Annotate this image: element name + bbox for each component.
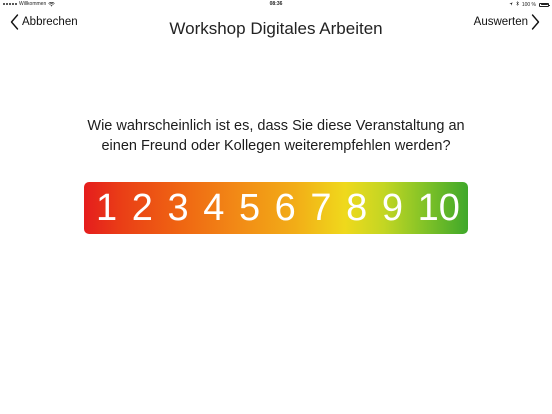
status-time: 08:36 — [269, 1, 283, 7]
survey-question-line-1: Wie wahrscheinlich ist es, dass Sie dies… — [87, 118, 465, 134]
survey-question: Wie wahrscheinlich ist es, dass Sie dies… — [60, 116, 492, 156]
app-screen: Willkommen 08:36 100 % Abbrechen Worksho… — [0, 0, 552, 414]
rating-option-1[interactable]: 1 — [96, 182, 117, 234]
navigation-bar: Abbrechen Workshop Digitales Arbeiten Au… — [0, 10, 552, 48]
rating-scale: 1 2 3 4 5 6 7 8 9 10 — [84, 182, 468, 234]
status-right: 100 % — [509, 0, 550, 8]
evaluate-button-label: Auswerten — [473, 16, 528, 28]
location-arrow-icon — [509, 1, 513, 8]
survey-question-line-2: einen Freund oder Kollegen weiterempfehl… — [101, 138, 451, 154]
chevron-right-icon — [531, 14, 540, 30]
evaluate-button[interactable]: Auswerten — [474, 14, 540, 30]
bluetooth-icon — [516, 0, 519, 8]
page-title: Workshop Digitales Arbeiten — [169, 19, 383, 38]
rating-option-6[interactable]: 6 — [275, 182, 296, 234]
rating-option-8[interactable]: 8 — [346, 182, 367, 234]
rating-option-3[interactable]: 3 — [167, 182, 188, 234]
rating-option-4[interactable]: 4 — [203, 182, 224, 234]
rating-option-5[interactable]: 5 — [239, 182, 260, 234]
rating-option-9[interactable]: 9 — [382, 182, 403, 234]
status-bar: Willkommen 08:36 100 % — [0, 0, 552, 10]
rating-option-10[interactable]: 10 — [418, 182, 460, 234]
battery-percent: 100 % — [521, 1, 536, 8]
rating-option-7[interactable]: 7 — [310, 182, 331, 234]
rating-option-2[interactable]: 2 — [132, 182, 153, 234]
battery-icon — [539, 2, 550, 7]
